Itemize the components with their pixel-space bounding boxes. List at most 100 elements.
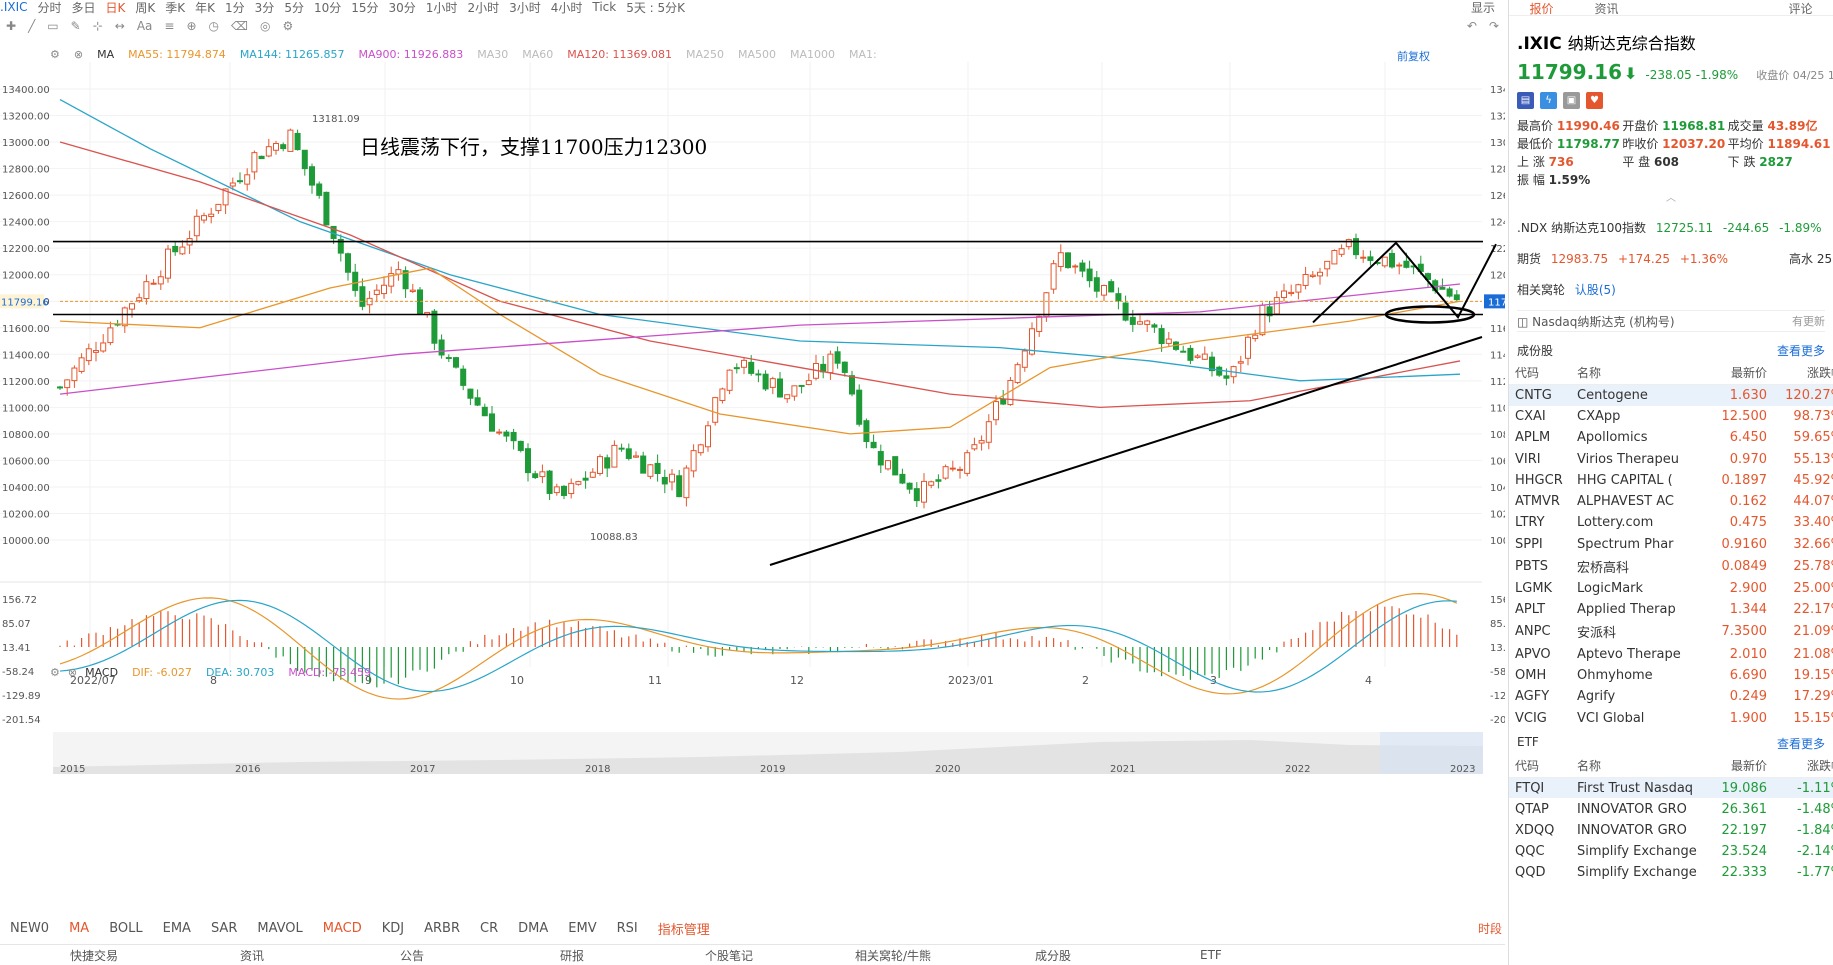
text-tool-icon[interactable]: Aa [137,19,153,33]
table-row[interactable]: XDQQ INNOVATOR GRO 22.197 -1.84% [1509,820,1833,841]
collapse-icon[interactable]: ︿ [1509,189,1833,204]
indicator-tab[interactable]: MA [69,921,89,936]
delete-icon[interactable]: ⌫ [231,19,248,33]
column-header[interactable]: 代码 [1509,753,1571,778]
indicator-tab[interactable]: DMA [518,921,548,936]
column-header[interactable]: 代码 [1509,361,1571,385]
ndx-row[interactable]: .NDX 纳斯达克100指数 12725.11 -244.65 -1.89% [1517,219,1833,236]
footer-tab[interactable]: ETF [1200,948,1222,962]
eye-icon[interactable]: ◎ [260,19,270,33]
components-more-link[interactable]: 查看更多 [1777,342,1825,359]
period-tab[interactable]: 1分 [225,0,245,15]
footer-tab[interactable]: 研报 [560,947,584,964]
column-header[interactable]: 名称 [1571,361,1701,385]
period-tab[interactable]: Tick [592,0,616,14]
footer-tab[interactable]: 成分股 [1035,947,1071,964]
period-tab[interactable]: 日K [106,0,126,15]
footer-tab[interactable]: 相关窝轮/牛熊 [855,947,931,964]
column-header[interactable]: 涨跌幅 [1773,361,1833,385]
column-header[interactable]: 名称 [1571,753,1701,778]
indicator-tab[interactable]: ARBR [424,921,460,936]
column-header[interactable]: 最新价 [1701,361,1773,385]
arrow-tool-icon[interactable]: ↔ [115,19,125,33]
table-row[interactable]: QQD Simplify Exchange 22.333 -1.77% [1509,862,1833,883]
tab-news[interactable]: 资讯 [1574,0,1639,16]
nasdaq-account-row[interactable]: ◫ Nasdaq纳斯达克 (机构号) 有更新 [1517,310,1825,332]
column-header[interactable]: 涨跌幅 [1773,753,1833,778]
settings-icon[interactable]: ⚙ [50,666,60,679]
indicator-tab[interactable]: MACD [323,921,362,936]
close-icon[interactable]: ⊗ [74,48,83,61]
indicator-tab[interactable]: BOLL [109,921,142,936]
period-tab[interactable]: 2小时 [467,0,499,15]
table-row[interactable]: OMH Ohmyhome 6.690 19.15% [1509,665,1833,686]
period-tab[interactable]: 年K [195,0,215,15]
rect-tool-icon[interactable]: ▭ [47,19,58,33]
table-row[interactable]: AGFY Agrify 0.249 17.29% [1509,686,1833,707]
table-row[interactable]: ATMVR ALPHAVEST AC 0.162 44.07% [1509,491,1833,512]
settings-icon[interactable]: ⚙ [50,48,60,61]
table-row[interactable]: QQC Simplify Exchange 23.524 -2.14% [1509,841,1833,862]
period-tab[interactable]: 周K [135,0,155,15]
period-tab[interactable]: 4小时 [551,0,583,15]
magnet-icon[interactable]: ⊕ [186,19,196,33]
close-icon[interactable]: ⊗ [68,666,77,679]
table-row[interactable]: VIRI Virios Therapeu 0.970 55.13% [1509,448,1833,469]
table-row[interactable]: SPPI Spectrum Phar 0.9160 32.66% [1509,534,1833,555]
table-row[interactable]: APLM Apollomics 6.450 59.65% [1509,427,1833,448]
indicator-tab[interactable]: KDJ [382,921,404,936]
indicator-tab[interactable]: MAVOL [257,921,302,936]
table-row[interactable]: CNTG Centogene 1.630 120.27% [1509,384,1833,406]
table-row[interactable]: APVO Aptevo Therape 2.010 21.08% [1509,643,1833,664]
period-tab[interactable]: 3分 [255,0,275,15]
doc-icon[interactable]: ▣ [1563,92,1580,109]
tab-comments[interactable]: 评论 [1768,0,1833,16]
lightning-icon[interactable]: ϟ [1540,92,1557,109]
fib-tool-icon[interactable]: ≡ [164,19,174,33]
line-tool-icon[interactable]: ╱ [28,19,35,33]
indicator-tab[interactable]: RSI [617,921,638,936]
period-tab[interactable]: 分时 [38,0,62,15]
table-row[interactable]: APLT Applied Therap 1.344 22.17% [1509,599,1833,620]
table-row[interactable]: HHGCR HHG CAPITAL (0.1897 45.92% [1509,470,1833,491]
symbol-label[interactable]: .IXIC [0,0,28,14]
period-tab[interactable]: 3小时 [509,0,541,15]
table-row[interactable]: LTRY Lottery.com 0.475 33.40% [1509,512,1833,533]
display-menu[interactable]: 显示 [1471,0,1495,15]
tab-quote[interactable]: 报价 [1509,0,1574,16]
redo-icon[interactable]: ↷ [1489,19,1499,33]
futures-row[interactable]: 期货 12983.75 +174.25 +1.36% 高水 258. [1517,250,1833,267]
session-button[interactable]: 时段 [1478,920,1502,937]
indicator-tab[interactable]: SAR [211,921,237,936]
indicator-tab[interactable]: EMV [568,921,596,936]
table-row[interactable]: QTAP INNOVATOR GRO 26.361 -1.48% [1509,798,1833,819]
period-tab[interactable]: 5天 : 5分K [626,0,685,15]
undo-icon[interactable]: ↶ [1467,19,1477,33]
table-row[interactable]: VCIG VCI Global 1.900 15.15% [1509,707,1833,728]
table-row[interactable]: CXAI CXApp 12.500 98.73% [1509,406,1833,427]
footer-tab[interactable]: 资讯 [240,947,264,964]
warrants-link[interactable]: 认股(5) [1575,283,1616,297]
indicator-tab[interactable]: NEW0 [10,921,49,936]
period-tab[interactable]: 10分 [314,0,341,15]
period-tab[interactable]: 15分 [351,0,378,15]
indicator-tab[interactable]: CR [480,921,498,936]
indicator-tab[interactable]: EMA [163,921,191,936]
kline-chart[interactable]: 13400.00 13400.00 13200.00 13200.00 13000.00… [0,62,1505,832]
footer-tab[interactable]: 公告 [400,947,424,964]
period-tab[interactable]: 季K [165,0,185,15]
indicator-tab[interactable]: 指标管理 [658,919,710,938]
footer-tab[interactable]: 快捷交易 [70,947,118,964]
table-row[interactable]: ANPC 安派科 7.3500 21.09% [1509,620,1833,643]
table-row[interactable]: LGMK LogicMark 2.900 25.00% [1509,578,1833,599]
footer-tab[interactable]: 个股笔记 [705,947,753,964]
clock-icon[interactable]: ◷ [209,19,219,33]
column-header[interactable]: 最新价 [1701,753,1773,778]
period-tab[interactable]: 1小时 [426,0,458,15]
period-tab[interactable]: 5分 [284,0,304,15]
pen-tool-icon[interactable]: ✎ [71,19,81,33]
period-tab[interactable]: 30分 [389,0,416,15]
etf-more-link[interactable]: 查看更多 [1777,735,1825,752]
crosshair-icon[interactable]: ✚ [6,19,16,33]
drawing-lines[interactable] [53,240,1497,566]
